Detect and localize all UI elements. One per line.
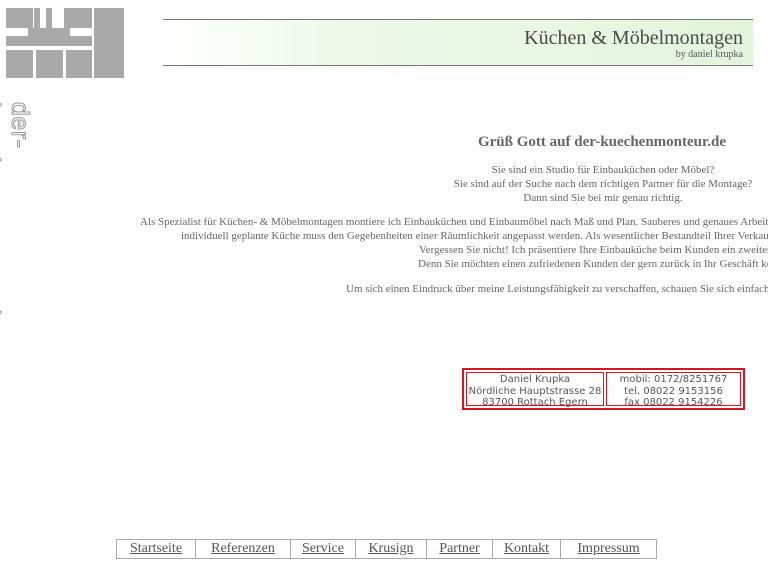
- nav-link-impressum[interactable]: Impressum: [561, 540, 657, 558]
- header-banner: Küchen & Möbelmontagen by daniel krupka: [163, 19, 753, 66]
- contact-phone: tel. 08022 9153156: [624, 385, 723, 397]
- paragraph-line: individuell geplante Küche muss den Gege…: [181, 230, 768, 242]
- contact-fax: fax 08022 9154226: [624, 397, 723, 408]
- contact-mobile: mobil: 0172/8251767: [619, 374, 728, 385]
- nav-link-startseite[interactable]: Startseite: [117, 540, 196, 558]
- site-logo: [6, 8, 124, 78]
- site-title: Küchen & Möbelmontagen: [524, 27, 743, 49]
- nav-link-referenzen[interactable]: Referenzen: [196, 540, 291, 558]
- address-cell: Daniel Krupka Nördliche Hauptstrasse 28 …: [466, 372, 604, 408]
- paragraph-line: Vergessen Sie nicht! Ich präsentiere Ihr…: [419, 244, 768, 256]
- paragraph-line: Denn Sie möchten einen zufriedenen Kunde…: [418, 258, 768, 270]
- intro-text: Sie sind ein Studio für Einbauküchen ode…: [403, 163, 768, 205]
- page-heading: Grüß Gott auf der-kuechenmonteur.de: [477, 134, 727, 150]
- references-hint: Um sich einen Eindruck über meine Leistu…: [346, 283, 768, 295]
- nav-link-partner[interactable]: Partner: [427, 540, 493, 558]
- bottom-nav: Startseite Referenzen Service Krusign Pa…: [116, 539, 657, 559]
- intro-line: Sie sind ein Studio für Einbauküchen ode…: [491, 164, 715, 176]
- intro-line: Dann sind Sie bei mir genau richtig.: [523, 192, 683, 204]
- contact-street: Nördliche Hauptstrasse 28: [468, 385, 602, 397]
- contact-city: 83700 Rottach Egern: [482, 397, 588, 408]
- paragraph-line: Als Spezialist für Küchen- & Möbelmontag…: [140, 216, 768, 228]
- site-subtitle: by daniel krupka: [675, 49, 743, 60]
- contact-name: Daniel Krupka: [499, 374, 571, 385]
- contact-box: Daniel Krupka Nördliche Hauptstrasse 28 …: [462, 368, 745, 410]
- intro-line: Sie sind auf der Suche nach dem richtige…: [453, 178, 753, 190]
- nav-link-service[interactable]: Service: [291, 540, 356, 558]
- nav-link-krusign[interactable]: Krusign: [356, 540, 427, 558]
- description-paragraph: Als Spezialist für Küchen- & Möbelmontag…: [0, 215, 768, 275]
- phone-cell: mobil: 0172/8251767 tel. 08022 9153156 f…: [606, 372, 741, 408]
- nav-link-kontakt[interactable]: Kontakt: [493, 540, 561, 558]
